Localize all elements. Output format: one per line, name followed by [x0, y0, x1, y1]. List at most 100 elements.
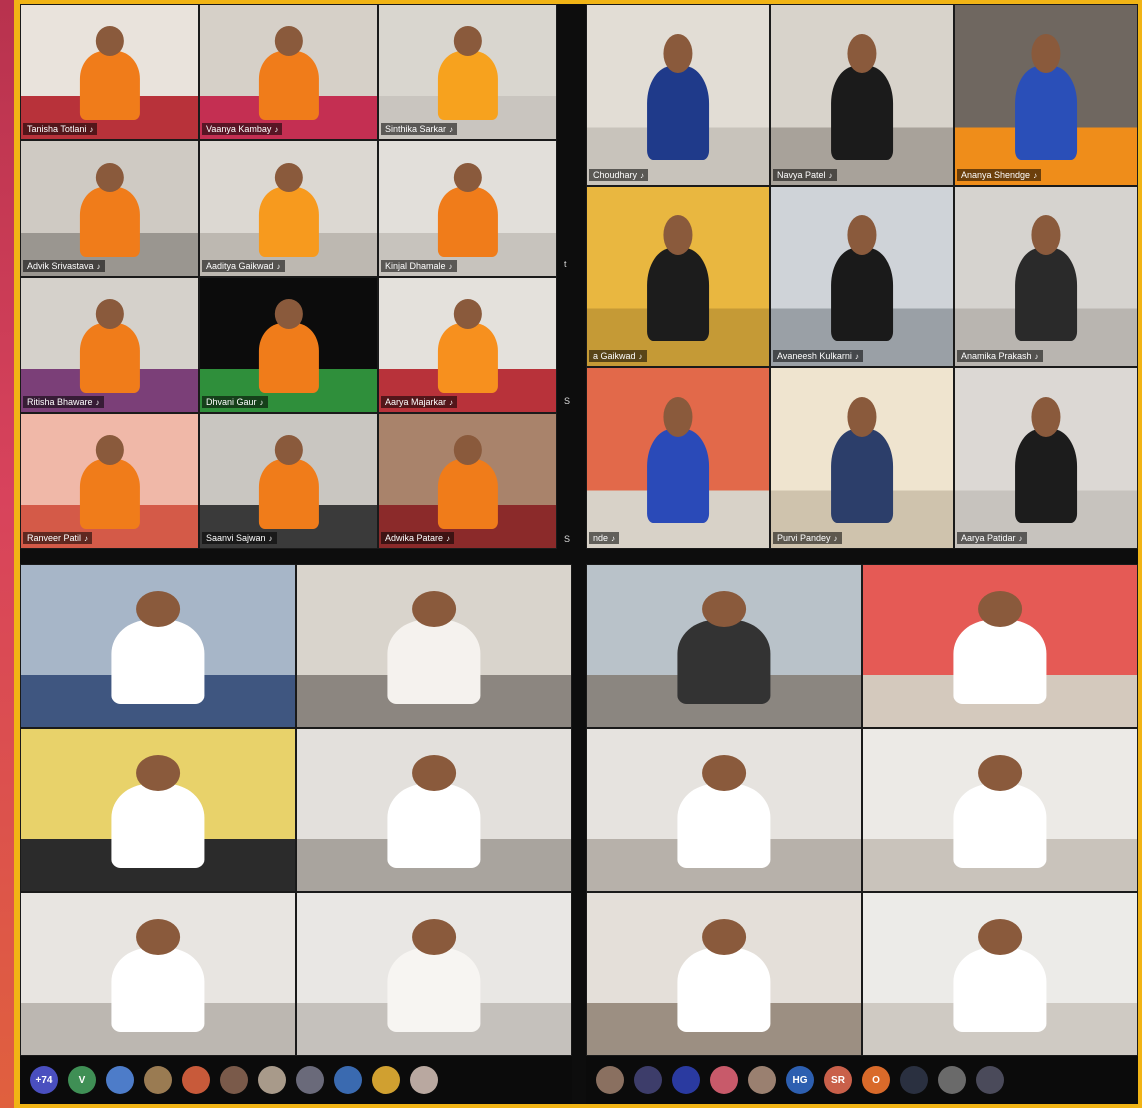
- participant-avatar[interactable]: [710, 1066, 738, 1094]
- participant-figure: [258, 459, 319, 530]
- participant-head: [95, 435, 124, 465]
- participant-avatar[interactable]: [144, 1066, 172, 1094]
- participant-avatar[interactable]: HG: [786, 1066, 814, 1094]
- participant-avatar[interactable]: [220, 1066, 248, 1094]
- participant-avatar[interactable]: [748, 1066, 776, 1094]
- video-tile[interactable]: Aarya Majarkar ♪: [378, 276, 557, 413]
- video-tile[interactable]: Advik Srivastava ♪: [20, 140, 199, 277]
- video-tile[interactable]: Anamika Prakash ♪: [954, 185, 1138, 368]
- video-tile[interactable]: Aarya Patidar ♪: [954, 367, 1138, 549]
- participant-figure: [1015, 247, 1077, 342]
- video-tile[interactable]: [862, 892, 1138, 1056]
- video-tile[interactable]: [296, 892, 572, 1056]
- participant-name: a Gaikwad: [593, 351, 636, 362]
- participant-figure: [258, 186, 319, 257]
- participant-avatar[interactable]: [672, 1066, 700, 1094]
- video-tile[interactable]: Dhvani Gaur ♪: [199, 276, 378, 413]
- video-tile[interactable]: Purvi Pandey ♪: [770, 367, 954, 549]
- video-tile[interactable]: Saanvi Sajwan ♪: [199, 412, 378, 549]
- participant-head: [136, 754, 180, 791]
- video-collage: Tanisha Totlani ♪ Vaanya Kambay ♪ Sinthika S…: [20, 4, 1138, 1104]
- participant-figure: [953, 620, 1047, 705]
- participant-head: [412, 590, 456, 627]
- participant-head: [274, 435, 303, 465]
- participant-name-label: Dhvani Gaur ♪: [202, 395, 268, 408]
- participant-name-label: Choudhary ♪: [589, 168, 649, 181]
- participant-avatar[interactable]: O: [862, 1066, 890, 1094]
- participant-name: Vaanya Kambay: [206, 124, 272, 135]
- mic-muted-icon: ♪: [611, 533, 616, 543]
- video-tile[interactable]: Tanisha Totlani ♪: [20, 4, 199, 141]
- participant-avatar[interactable]: +74: [30, 1066, 58, 1094]
- participant-figure: [79, 459, 140, 530]
- participant-figure: [677, 948, 771, 1033]
- video-tile[interactable]: [862, 728, 1138, 892]
- participant-avatar[interactable]: [334, 1066, 362, 1094]
- participant-head: [1031, 397, 1061, 437]
- participant-avatar[interactable]: [106, 1066, 134, 1094]
- participant-name: Ritisha Bhaware: [27, 396, 93, 407]
- participant-strip-left[interactable]: +74 V: [20, 1056, 572, 1104]
- video-tile[interactable]: [586, 892, 862, 1056]
- video-tile[interactable]: Vaanya Kambay ♪: [199, 4, 378, 141]
- side-letter: t: [564, 259, 567, 269]
- video-tile[interactable]: Sinthika Sarkar ♪: [378, 4, 557, 141]
- video-tile[interactable]: a Gaikwad ♪: [586, 185, 770, 368]
- participant-avatar[interactable]: [372, 1066, 400, 1094]
- video-tile[interactable]: Choudhary ♪: [586, 4, 770, 186]
- participant-avatar[interactable]: [258, 1066, 286, 1094]
- video-tile[interactable]: Kinjal Dhamale ♪: [378, 140, 557, 277]
- participant-avatar[interactable]: [634, 1066, 662, 1094]
- participant-head: [847, 33, 877, 74]
- participant-avatar[interactable]: [296, 1066, 324, 1094]
- participant-avatar[interactable]: V: [68, 1066, 96, 1094]
- participant-avatar[interactable]: [900, 1066, 928, 1094]
- participant-avatar[interactable]: SR: [824, 1066, 852, 1094]
- video-tile[interactable]: Ritisha Bhaware ♪: [20, 276, 199, 413]
- video-tile[interactable]: [20, 728, 296, 892]
- participant-strip-right[interactable]: HG SR O: [586, 1056, 1138, 1104]
- video-tile[interactable]: [296, 564, 572, 728]
- video-tile[interactable]: Ananya Shendge ♪: [954, 4, 1138, 186]
- participant-head: [663, 215, 693, 255]
- participant-figure: [1015, 429, 1077, 523]
- participant-figure: [677, 784, 771, 869]
- video-tile[interactable]: [296, 728, 572, 892]
- mic-muted-icon: ♪: [89, 125, 94, 135]
- participant-head: [978, 590, 1022, 627]
- participant-avatar[interactable]: [596, 1066, 624, 1094]
- participant-name-label: Aarya Patidar ♪: [957, 531, 1027, 544]
- video-tile[interactable]: nde ♪: [586, 367, 770, 549]
- video-tile[interactable]: [20, 564, 296, 728]
- video-tile[interactable]: [586, 728, 862, 892]
- participant-head: [274, 162, 303, 193]
- participant-name-label: Ananya Shendge ♪: [957, 168, 1042, 181]
- participant-figure: [258, 50, 319, 121]
- side-letter: S: [564, 534, 571, 544]
- participant-figure: [437, 186, 498, 257]
- participant-head: [663, 397, 693, 437]
- video-tile[interactable]: Ranveer Patil ♪: [20, 412, 199, 549]
- participant-figure: [647, 66, 709, 160]
- participant-avatar[interactable]: [410, 1066, 438, 1094]
- participant-avatar[interactable]: [182, 1066, 210, 1094]
- video-tile[interactable]: [20, 892, 296, 1056]
- video-tile[interactable]: [862, 564, 1138, 728]
- participant-head: [95, 162, 124, 193]
- video-tile[interactable]: Navya Patel ♪: [770, 4, 954, 186]
- participant-head: [847, 397, 877, 437]
- video-tile[interactable]: Aaditya Gaikwad ♪: [199, 140, 378, 277]
- participant-head: [1031, 215, 1061, 255]
- participant-avatar[interactable]: [976, 1066, 1004, 1094]
- participant-name: Ananya Shendge: [961, 169, 1031, 180]
- video-tile[interactable]: [586, 564, 862, 728]
- video-tile[interactable]: Avaneesh Kulkarni ♪: [770, 185, 954, 368]
- video-tile[interactable]: Adwika Patare ♪: [378, 412, 557, 549]
- participant-name-label: Advik Srivastava ♪: [23, 259, 105, 272]
- participant-name: Saanvi Sajwan: [206, 533, 266, 543]
- participant-avatar[interactable]: [938, 1066, 966, 1094]
- mic-muted-icon: ♪: [446, 534, 451, 543]
- mic-muted-icon: ♪: [640, 170, 645, 180]
- participant-figure: [111, 948, 205, 1033]
- participant-figure: [387, 948, 481, 1033]
